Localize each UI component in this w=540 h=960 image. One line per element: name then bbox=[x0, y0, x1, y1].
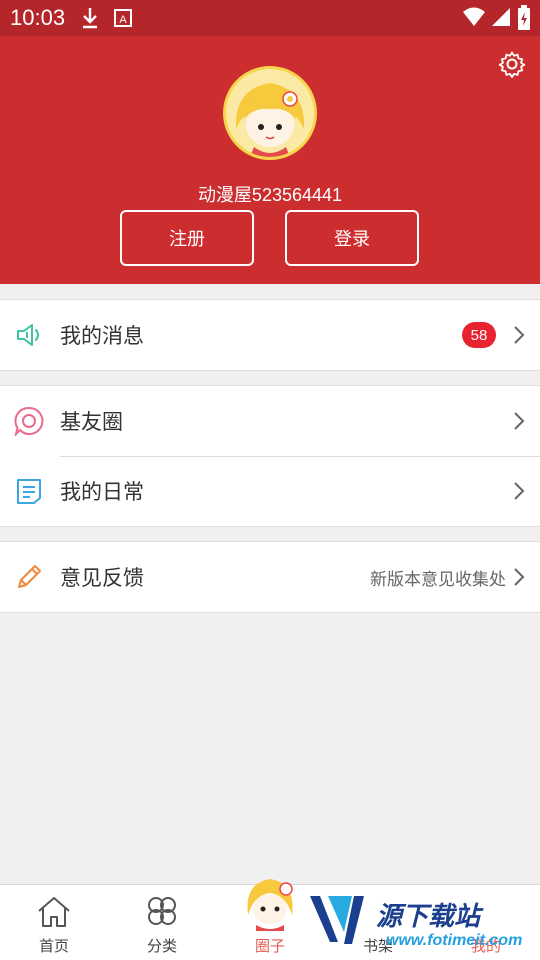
tab-category-label: 分类 bbox=[146, 938, 177, 955]
settings-gear-icon[interactable] bbox=[498, 50, 526, 78]
my-messages-label: 我的消息 bbox=[60, 325, 144, 348]
tab-home[interactable]: 首页 bbox=[0, 885, 108, 960]
username: 动漫屋523564441 bbox=[197, 185, 343, 205]
watermark-text: 源下载站 bbox=[376, 901, 481, 931]
watermark-logo-icon bbox=[310, 896, 364, 944]
chevron-right-icon bbox=[514, 412, 525, 430]
register-button[interactable]: 注册 bbox=[120, 210, 254, 266]
chevron-right-icon bbox=[514, 326, 525, 344]
notes-icon bbox=[17, 479, 41, 504]
circle-mascot-icon bbox=[247, 879, 293, 931]
status-time: 10:03 bbox=[10, 5, 66, 30]
messages-card: 我的消息 58 bbox=[0, 299, 540, 371]
my-messages-row[interactable]: 我的消息 58 bbox=[0, 300, 540, 370]
login-button[interactable]: 登录 bbox=[285, 210, 419, 266]
speaker-icon bbox=[17, 324, 39, 346]
signal-icon bbox=[492, 8, 510, 26]
my-daily-row[interactable]: 我的日常 bbox=[0, 456, 540, 526]
social-card: 基友圈 我的日常 bbox=[0, 385, 540, 527]
circle-row[interactable]: 基友圈 bbox=[0, 386, 540, 456]
feedback-hint: 新版本意见收集处 bbox=[370, 569, 506, 589]
site-watermark: 源下载站 www.fotimeit.com bbox=[308, 888, 530, 960]
avatar[interactable] bbox=[223, 66, 317, 160]
feedback-label: 意见反馈 bbox=[60, 567, 144, 590]
status-bar: 10:03 A bbox=[0, 0, 540, 36]
pencil-icon bbox=[18, 565, 41, 588]
home-icon bbox=[38, 897, 70, 927]
tab-category[interactable]: 分类 bbox=[108, 885, 216, 960]
battery-icon bbox=[518, 5, 530, 30]
app-notification-icon: A bbox=[114, 9, 132, 27]
profile-header: 动漫屋523564441 注册 登录 bbox=[0, 36, 540, 284]
svg-text:A: A bbox=[119, 14, 127, 26]
tab-home-label: 首页 bbox=[38, 938, 69, 955]
circle-label: 基友圈 bbox=[60, 411, 123, 434]
avatar-character-image bbox=[226, 69, 314, 157]
unread-count-badge: 58 bbox=[462, 322, 496, 348]
watermark-url: www.fotimeit.com bbox=[386, 932, 523, 949]
chat-bubble-icon bbox=[14, 406, 44, 436]
clover-icon bbox=[148, 897, 176, 925]
wifi-icon bbox=[463, 7, 485, 26]
feedback-card: 意见反馈 新版本意见收集处 bbox=[0, 541, 540, 613]
my-daily-label: 我的日常 bbox=[60, 481, 144, 504]
chevron-right-icon bbox=[514, 482, 525, 500]
feedback-row[interactable]: 意见反馈 新版本意见收集处 bbox=[0, 542, 540, 612]
download-icon bbox=[83, 8, 97, 29]
chevron-right-icon bbox=[514, 568, 525, 586]
